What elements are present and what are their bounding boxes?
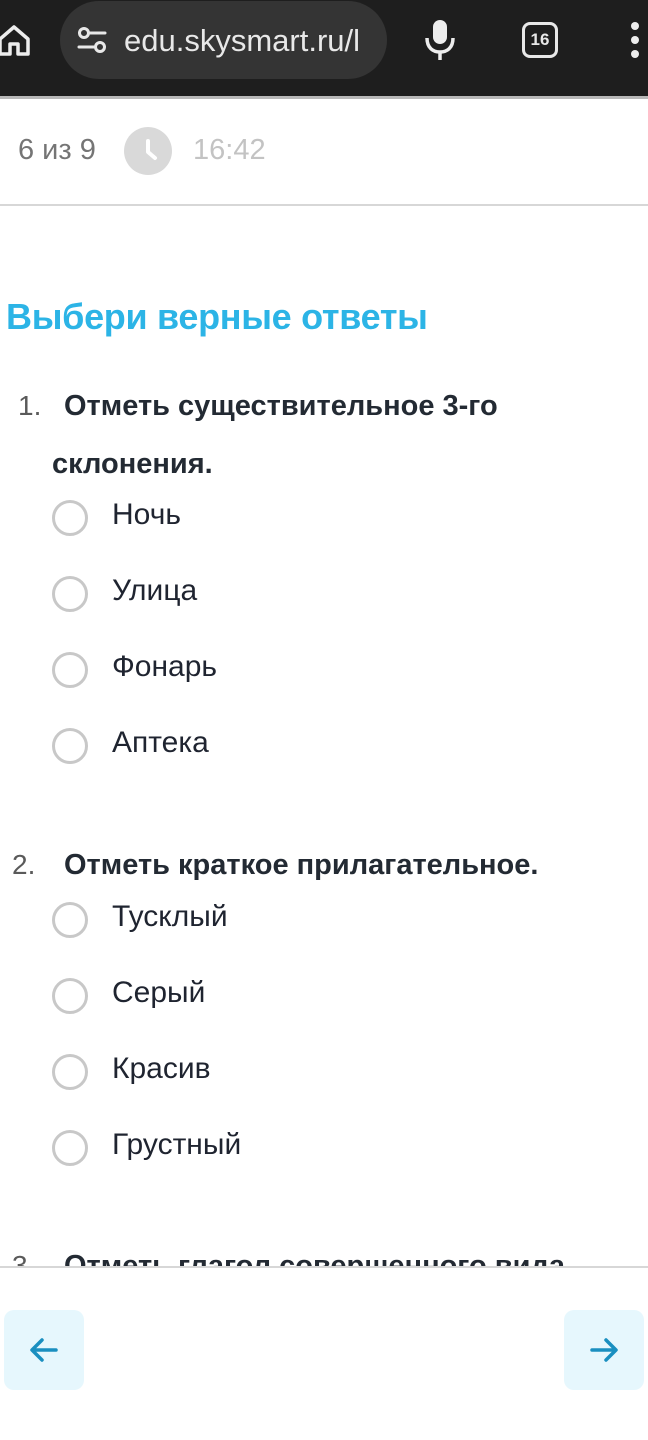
question-text-line: Отметь существительное 3-го <box>64 390 498 422</box>
option-label[interactable]: Грустный <box>112 1128 241 1162</box>
answer-option[interactable]: Грустный <box>52 1128 612 1182</box>
bottom-navigation <box>0 1266 648 1440</box>
toolbar-divider <box>0 96 648 99</box>
radio-button[interactable] <box>52 1130 88 1166</box>
url-text[interactable]: edu.skysmart.ru/l <box>124 23 374 59</box>
step-counter: 6 из 9 <box>18 134 96 166</box>
answer-option[interactable]: Тусклый <box>52 900 612 954</box>
option-label[interactable]: Фонарь <box>112 650 217 684</box>
question-text-line: Отметь краткое прилагательное. <box>64 849 539 881</box>
clock-icon <box>124 127 172 175</box>
option-label[interactable]: Красив <box>112 1052 211 1086</box>
radio-button[interactable] <box>52 500 88 536</box>
answer-option[interactable]: Ночь <box>52 498 612 552</box>
timer: 16:42 <box>193 134 266 166</box>
radio-button[interactable] <box>52 902 88 938</box>
radio-button[interactable] <box>52 728 88 764</box>
more-vert-icon[interactable] <box>628 20 642 60</box>
question-number: 1. <box>18 390 42 421</box>
radio-button[interactable] <box>52 1054 88 1090</box>
option-label[interactable]: Тусклый <box>112 900 228 934</box>
answer-option[interactable]: Фонарь <box>52 650 612 704</box>
question-text-line: Отметь глагол совершенного вида. <box>64 1250 574 1266</box>
option-label[interactable]: Улица <box>112 574 197 608</box>
answer-option[interactable]: Красив <box>52 1052 612 1106</box>
radio-button[interactable] <box>52 978 88 1014</box>
question-number: 3. <box>12 1250 36 1266</box>
tab-switcher-button[interactable]: 16 <box>522 22 558 58</box>
answer-option[interactable]: Улица <box>52 574 612 628</box>
question-number: 2. <box>12 849 36 880</box>
arrow-right-icon <box>590 1338 618 1362</box>
option-label[interactable]: Аптека <box>112 726 209 760</box>
home-icon[interactable] <box>0 22 32 58</box>
radio-button[interactable] <box>52 652 88 688</box>
tune-icon[interactable] <box>76 25 108 55</box>
answer-option[interactable]: Аптека <box>52 726 612 780</box>
answer-option[interactable]: Серый <box>52 976 612 1030</box>
progress-header: 6 из 9 16:42 <box>0 100 648 206</box>
radio-button[interactable] <box>52 576 88 612</box>
option-label[interactable]: Серый <box>112 976 205 1010</box>
option-label[interactable]: Ночь <box>112 498 181 532</box>
previous-button[interactable] <box>4 1310 84 1390</box>
browser-toolbar: edu.skysmart.ru/l 16 <box>0 0 648 99</box>
address-bar[interactable]: edu.skysmart.ru/l <box>60 1 387 79</box>
question-partially-visible: 3. Отметь глагол совершенного вида. <box>0 1244 648 1266</box>
arrow-left-icon <box>30 1338 58 1362</box>
next-button[interactable] <box>564 1310 644 1390</box>
mic-icon[interactable] <box>423 18 457 62</box>
question-text-line: склонения. <box>52 448 213 480</box>
task-title: Выбери верные ответы <box>6 296 428 337</box>
